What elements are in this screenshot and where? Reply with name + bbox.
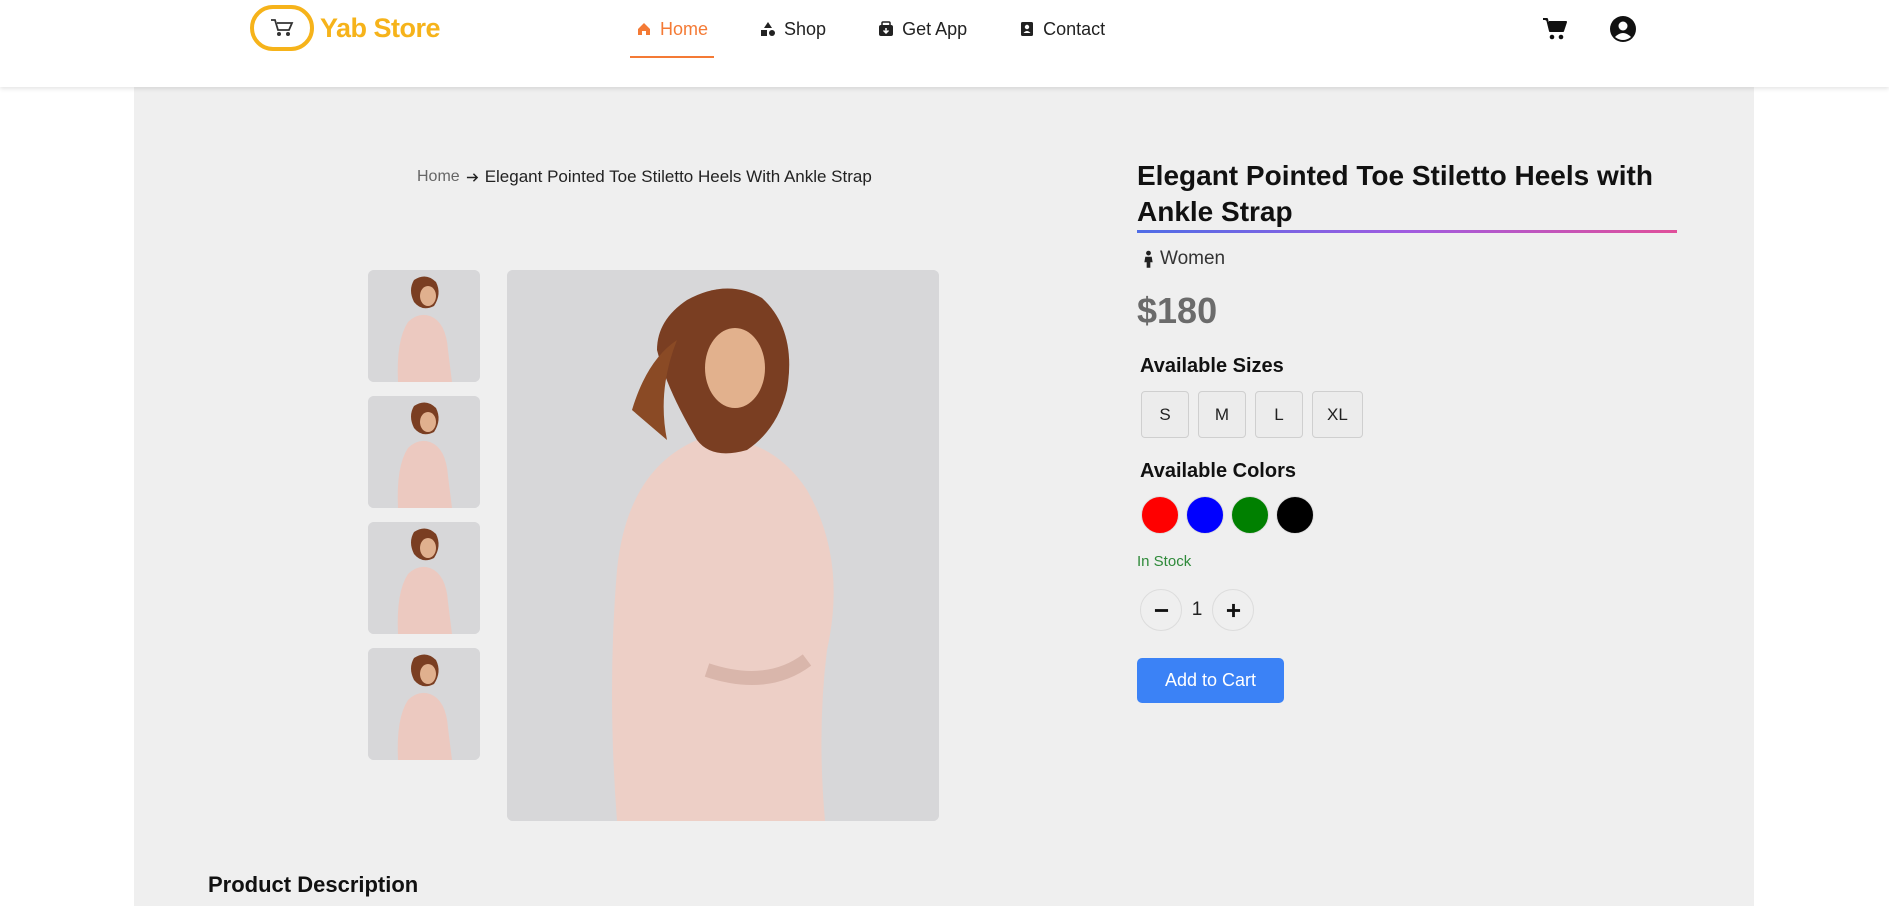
quantity-value: 1 [1191, 599, 1203, 620]
breadcrumb-current: Elegant Pointed Toe Stiletto Heels With … [484, 167, 872, 186]
brand-name: Yab Store [320, 12, 441, 43]
size-option-l[interactable]: L [1255, 391, 1303, 438]
user-circle-icon[interactable] [1608, 14, 1638, 44]
stock-status: In Stock [1137, 553, 1192, 570]
breadcrumb: Home Elegant Pointed Toe Stiletto Heels … [417, 167, 872, 187]
nav-home[interactable]: Home [630, 0, 715, 58]
nav-home-label: Home [660, 18, 709, 39]
logo-badge [250, 5, 314, 51]
decrease-quantity-button[interactable] [1140, 589, 1182, 631]
nav-shop-label: Shop [784, 18, 827, 39]
header-actions [1540, 14, 1638, 44]
product-thumbnail[interactable] [368, 648, 480, 760]
contact-icon [1019, 21, 1036, 38]
nav-contact-label: Contact [1043, 18, 1106, 39]
nav-shop[interactable]: Shop [754, 0, 832, 58]
increase-quantity-button[interactable] [1212, 589, 1254, 631]
size-option-xl[interactable]: XL [1312, 391, 1363, 438]
arrow-right-icon [466, 171, 479, 184]
colors-label: Available Colors [1140, 460, 1296, 482]
cart-icon[interactable] [1540, 14, 1570, 44]
color-swatch-blue[interactable] [1186, 496, 1224, 534]
nav-contact[interactable]: Contact [1013, 0, 1111, 58]
product-thumbnail[interactable] [368, 396, 480, 508]
shapes-icon [760, 21, 777, 38]
category-label: Women [1160, 248, 1226, 269]
color-swatch-red[interactable] [1141, 496, 1179, 534]
product-thumbnail[interactable] [368, 270, 480, 382]
breadcrumb-home[interactable]: Home [417, 168, 460, 186]
product-thumbnail[interactable] [368, 522, 480, 634]
add-to-cart-button[interactable]: Add to Cart [1137, 658, 1284, 703]
title-underline [1137, 230, 1677, 233]
logo[interactable]: Yab Store [250, 5, 441, 51]
app-icon [878, 20, 895, 38]
color-swatch-black[interactable] [1276, 496, 1314, 534]
size-option-m[interactable]: M [1198, 391, 1246, 438]
female-icon [1143, 250, 1154, 269]
sizes-label: Available Sizes [1140, 355, 1284, 377]
thumbnail-list [368, 270, 480, 774]
product-description-heading: Product Description [208, 872, 419, 897]
color-swatch-green[interactable] [1231, 496, 1269, 534]
main-nav: Home Shop Get App Contact [630, 0, 1151, 87]
cart-logo-icon [271, 19, 294, 36]
product-price: $180 [1137, 290, 1218, 331]
site-header: Yab Store Home Shop Get App Contact [0, 0, 1889, 87]
color-options [1141, 496, 1321, 534]
nav-get-app-label: Get App [902, 18, 968, 39]
product-category: Women [1143, 248, 1225, 270]
product-main-image[interactable] [507, 270, 939, 821]
home-icon [636, 21, 653, 38]
product-title: Elegant Pointed Toe Stiletto Heels with … [1137, 160, 1653, 227]
nav-get-app[interactable]: Get App [872, 0, 973, 58]
size-options: S M L XL [1141, 391, 1372, 438]
size-option-s[interactable]: S [1141, 391, 1189, 438]
quantity-stepper: 1 [1140, 589, 1254, 631]
